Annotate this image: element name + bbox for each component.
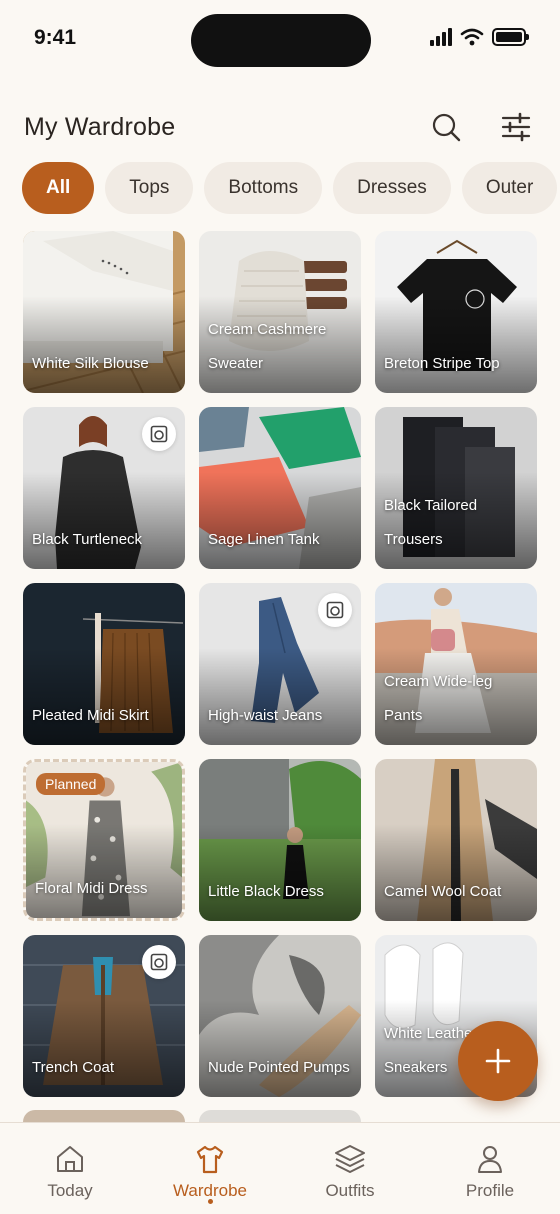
wardrobe-item-card[interactable]: Breton Stripe Top bbox=[375, 231, 537, 393]
category-chips: All Tops Bottoms Dresses Outer bbox=[22, 162, 560, 216]
wardrobe-item-card[interactable]: Black Tailored Trousers bbox=[375, 407, 537, 569]
tab-label: Profile bbox=[465, 1181, 515, 1200]
add-item-button[interactable] bbox=[458, 1021, 538, 1101]
shirt-icon bbox=[196, 1145, 224, 1174]
wardrobe-item-card[interactable]: High-waist Jeans bbox=[199, 583, 361, 745]
tab-label: Today bbox=[47, 1181, 93, 1200]
signal-icon bbox=[430, 28, 452, 46]
item-name: Pleated Midi Skirt bbox=[32, 707, 149, 724]
wardrobe-item-card[interactable]: Pleated Midi Skirt bbox=[23, 583, 185, 745]
planned-badge: Planned bbox=[36, 773, 106, 795]
wifi-icon bbox=[460, 28, 484, 46]
plus-icon bbox=[485, 1048, 511, 1074]
search-icon bbox=[432, 113, 461, 142]
wardrobe-item-card[interactable]: Cream Wide-leg Pants bbox=[375, 583, 537, 745]
item-name: Little Black Dress bbox=[208, 883, 324, 900]
wardrobe-item-card[interactable]: Nude Pointed Pumps bbox=[199, 935, 361, 1097]
user-icon bbox=[478, 1146, 502, 1173]
wardrobe-item-card[interactable]: Trench Coat bbox=[23, 935, 185, 1097]
chip-bottoms[interactable]: Bottoms bbox=[204, 162, 323, 214]
wardrobe-item-card[interactable]: Black Turtleneck bbox=[23, 407, 185, 569]
wardrobe-grid: White Silk Blouse Cream Cashmere Sweater… bbox=[23, 231, 538, 1097]
active-tab-indicator bbox=[207, 1199, 213, 1204]
wardrobe-item-card[interactable]: Cream Cashmere Sweater bbox=[199, 231, 361, 393]
tab-outfits[interactable]: Outfits bbox=[280, 1123, 420, 1214]
laundry-badge[interactable] bbox=[142, 417, 176, 451]
battery-icon bbox=[492, 28, 529, 46]
item-name: Floral Midi Dress bbox=[35, 880, 148, 897]
status-bar: 9:41 bbox=[0, 0, 560, 78]
item-name: White Silk Blouse bbox=[32, 355, 149, 372]
item-name: High-waist Jeans bbox=[208, 707, 323, 724]
system-icons bbox=[430, 28, 529, 46]
tab-today[interactable]: Today bbox=[0, 1123, 140, 1214]
washing-machine-icon bbox=[326, 601, 344, 619]
wardrobe-item-card[interactable]: Little Black Dress bbox=[199, 759, 361, 921]
header: My Wardrobe bbox=[24, 100, 536, 154]
wardrobe-item-card[interactable]: Sage Linen Tank bbox=[199, 407, 361, 569]
chip-outerwear[interactable]: Outer bbox=[461, 162, 558, 214]
dynamic-island bbox=[191, 14, 371, 67]
status-time: 9:41 bbox=[34, 26, 77, 49]
item-name: Nude Pointed Pumps bbox=[208, 1059, 350, 1076]
laundry-badge[interactable] bbox=[318, 593, 352, 627]
chip-all[interactable]: All bbox=[22, 162, 95, 214]
chip-dresses[interactable]: Dresses bbox=[333, 162, 451, 214]
item-name: Sage Linen Tank bbox=[208, 531, 320, 548]
item-name: Camel Wool Coat bbox=[384, 883, 502, 900]
wardrobe-item-card[interactable]: Camel Wool Coat bbox=[375, 759, 537, 921]
item-name: Cream Wide-leg Pants bbox=[384, 673, 493, 724]
filter-button[interactable] bbox=[496, 107, 536, 147]
home-icon bbox=[57, 1146, 83, 1172]
item-name: Breton Stripe Top bbox=[384, 355, 500, 372]
laundry-badge[interactable] bbox=[142, 945, 176, 979]
wardrobe-item-card[interactable]: Planned Floral Midi Dress bbox=[23, 759, 185, 921]
washing-machine-icon bbox=[150, 953, 168, 971]
search-button[interactable] bbox=[426, 107, 466, 147]
item-name: Black Turtleneck bbox=[32, 531, 143, 548]
tab-label: Wardrobe bbox=[172, 1181, 247, 1200]
chip-tops[interactable]: Tops bbox=[105, 162, 194, 214]
tab-label: Outfits bbox=[325, 1181, 375, 1200]
tab-profile[interactable]: Profile bbox=[420, 1123, 560, 1214]
wardrobe-item-card[interactable]: White Silk Blouse bbox=[23, 231, 185, 393]
washing-machine-icon bbox=[150, 425, 168, 443]
page-title: My Wardrobe bbox=[24, 112, 176, 141]
bottom-tab-bar: Today Wardrobe Outfits Profile bbox=[0, 1122, 560, 1214]
layers-icon bbox=[335, 1145, 365, 1173]
tab-wardrobe[interactable]: Wardrobe bbox=[140, 1123, 280, 1214]
item-name: Trench Coat bbox=[32, 1059, 114, 1076]
item-name: Cream Cashmere Sweater bbox=[208, 321, 327, 372]
sliders-icon bbox=[501, 112, 531, 142]
item-name: Black Tailored Trousers bbox=[384, 497, 478, 548]
